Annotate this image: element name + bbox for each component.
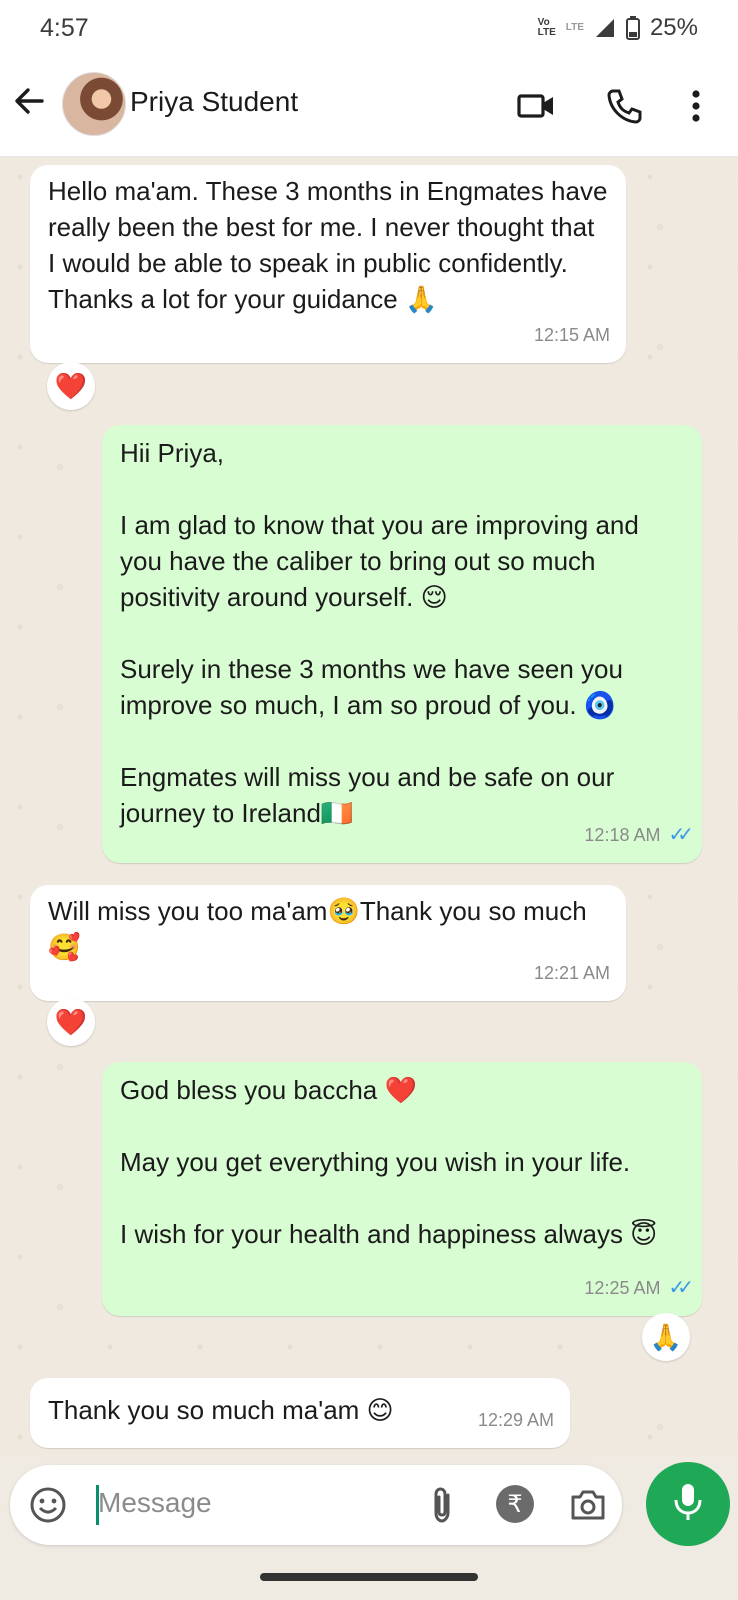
message-incoming[interactable]: Thank you so much ma'am 😊 12:29 AM <box>30 1378 570 1448</box>
message-meta: 12:29 AM <box>478 1402 554 1438</box>
message-meta: 12:18 AM ✓✓ <box>584 817 693 853</box>
avatar[interactable] <box>62 72 126 136</box>
status-icons: Vo LTE LTE 25% <box>538 14 698 42</box>
read-receipt-icon: ✓✓ <box>668 824 693 846</box>
message-time: 12:15 AM <box>533 325 610 345</box>
contact-name[interactable]: Priya Student <box>130 86 298 118</box>
message-time: 12:25 AM <box>584 1278 661 1298</box>
reaction-badge[interactable]: ❤️ <box>47 998 95 1046</box>
message-time: 12:18 AM <box>584 825 661 845</box>
message-time: 12:29 AM <box>477 1410 554 1430</box>
message-meta: 12:21 AM <box>534 955 610 991</box>
more-vert-icon[interactable] <box>688 86 704 131</box>
system-nav-bar <box>0 1553 738 1600</box>
message-input[interactable]: Message <box>98 1487 212 1519</box>
message-text: Hello ma'am. These 3 months in Engmates … <box>48 176 608 314</box>
message-text: Hii Priya, I am glad to know that you ar… <box>120 438 639 828</box>
lte-sub-label: LTE <box>537 27 556 38</box>
mic-button[interactable] <box>646 1462 730 1546</box>
gesture-handle[interactable] <box>260 1573 478 1581</box>
message-meta: 12:25 AM ✓✓ <box>584 1270 693 1306</box>
message-text: Thank you so much ma'am 😊 <box>48 1395 394 1425</box>
chat-header: Priya Student <box>0 56 738 157</box>
reaction-badge[interactable]: ❤️ <box>47 362 95 410</box>
lte-label: LTE <box>565 22 584 33</box>
status-bar: 4:57 Vo LTE LTE 25% <box>0 0 738 56</box>
video-call-icon[interactable] <box>516 86 556 131</box>
emoji-icon[interactable] <box>28 1485 68 1530</box>
rupee-symbol: ₹ <box>507 1490 523 1518</box>
status-time: 4:57 <box>40 14 89 42</box>
rupee-icon[interactable]: ₹ <box>496 1485 534 1523</box>
battery-level: 25% <box>649 14 698 41</box>
message-incoming[interactable]: Hello ma'am. These 3 months in Engmates … <box>30 165 626 363</box>
message-outgoing[interactable]: Hii Priya, I am glad to know that you ar… <box>102 425 702 863</box>
read-receipt-icon: ✓✓ <box>668 1277 693 1299</box>
message-time: 12:21 AM <box>533 963 610 983</box>
heart-reaction: ❤️ <box>54 1006 88 1037</box>
phone-icon[interactable] <box>604 86 644 131</box>
reaction-badge[interactable]: 🙏 <box>642 1313 690 1361</box>
paperclip-icon[interactable] <box>422 1485 462 1530</box>
volte-indicator: Vo LTE <box>538 18 556 38</box>
mic-icon <box>668 1480 708 1529</box>
folded-hands-reaction: 🙏 <box>649 1321 683 1352</box>
message-text: Will miss you too ma'am🥹Thank you so muc… <box>48 896 587 962</box>
camera-icon[interactable] <box>568 1485 608 1530</box>
heart-reaction: ❤️ <box>54 370 88 401</box>
message-incoming[interactable]: Will miss you too ma'am🥹Thank you so muc… <box>30 885 626 1001</box>
message-text: God bless you baccha ❤️ May you get ever… <box>120 1075 658 1249</box>
message-outgoing[interactable]: God bless you baccha ❤️ May you get ever… <box>102 1062 702 1316</box>
message-composer: Message ₹ <box>10 1465 622 1545</box>
message-meta: 12:15 AM <box>534 317 610 353</box>
signal-icon <box>595 19 614 37</box>
battery-icon <box>625 16 640 40</box>
arrow-left-icon[interactable] <box>12 84 46 127</box>
